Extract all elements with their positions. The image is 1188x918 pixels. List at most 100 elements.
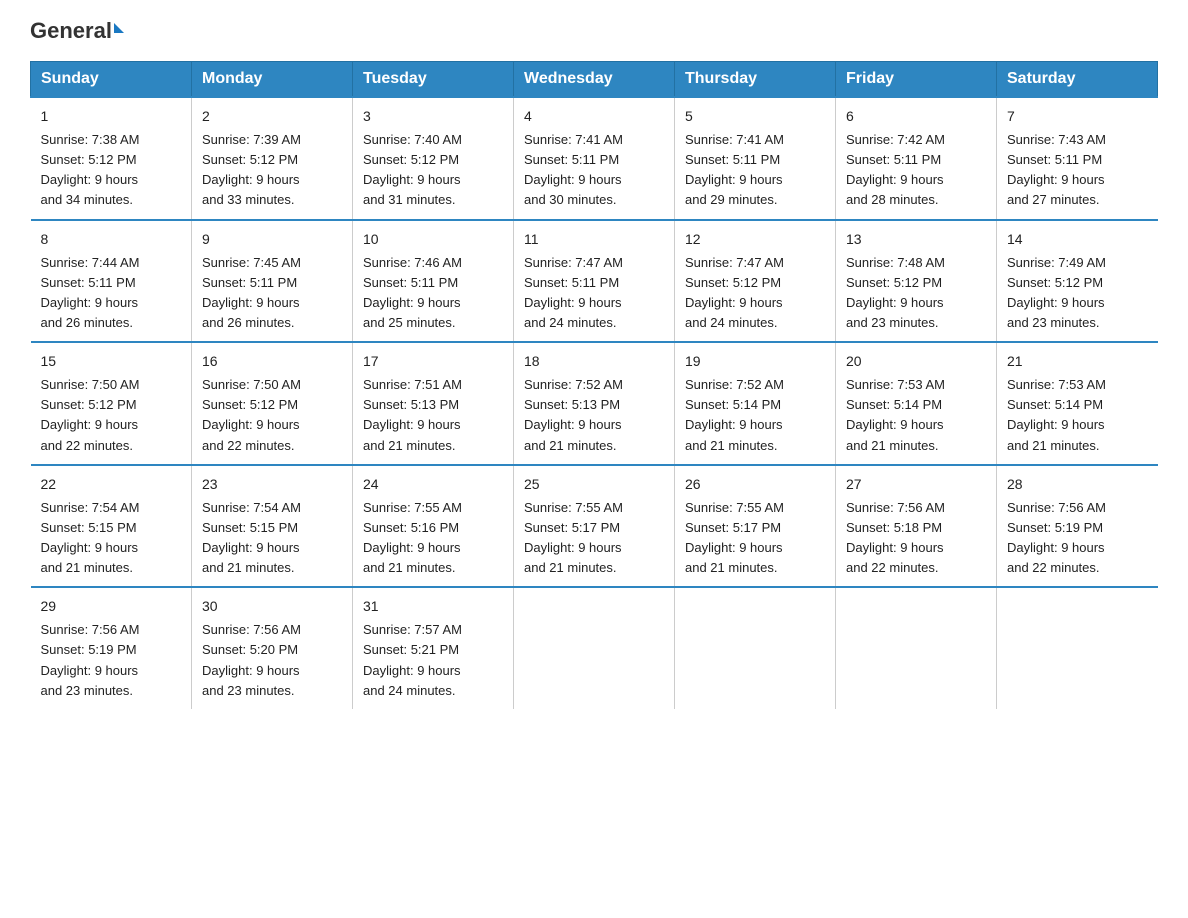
calendar-cell-w3d3: 17 Sunrise: 7:51 AMSunset: 5:13 PMDayligh… [353, 342, 514, 465]
calendar-cell-w2d1: 8 Sunrise: 7:44 AMSunset: 5:11 PMDaylight… [31, 220, 192, 343]
day-info: Sunrise: 7:51 AMSunset: 5:13 PMDaylight:… [363, 375, 503, 456]
calendar-cell-w4d6: 27Sunrise: 7:56 AMSunset: 5:18 PMDayligh… [836, 465, 997, 588]
day-info: Sunrise: 7:46 AMSunset: 5:11 PMDaylight:… [363, 253, 503, 334]
day-info: Sunrise: 7:54 AMSunset: 5:15 PMDaylight:… [202, 498, 342, 579]
day-info: Sunrise: 7:55 AMSunset: 5:16 PMDaylight:… [363, 498, 503, 579]
header-wednesday: Wednesday [514, 62, 675, 98]
calendar-cell-w4d2: 23 Sunrise: 7:54 AMSunset: 5:15 PMDayligh… [192, 465, 353, 588]
day-info: Sunrise: 7:53 AMSunset: 5:14 PMDaylight:… [846, 375, 986, 456]
day-info: Sunrise: 7:52 AMSunset: 5:14 PMDaylight:… [685, 375, 825, 456]
header-area: General [30, 20, 1158, 43]
day-number: 20 [846, 351, 986, 372]
calendar-cell-w3d4: 18 Sunrise: 7:52 AMSunset: 5:13 PMDayligh… [514, 342, 675, 465]
day-number: 8 [41, 229, 182, 250]
header-saturday: Saturday [997, 62, 1158, 98]
day-info: Sunrise: 7:42 AMSunset: 5:11 PMDaylight:… [846, 130, 986, 211]
day-info: Sunrise: 7:56 AMSunset: 5:19 PMDaylight:… [1007, 498, 1148, 579]
header-sunday: Sunday [31, 62, 192, 98]
week-row-2: 8 Sunrise: 7:44 AMSunset: 5:11 PMDaylight… [31, 220, 1158, 343]
day-info: Sunrise: 7:44 AMSunset: 5:11 PMDaylight:… [41, 253, 182, 334]
day-number: 2 [202, 106, 342, 127]
day-number: 11 [524, 229, 664, 250]
calendar-cell-w5d7 [997, 587, 1158, 709]
day-number: 13 [846, 229, 986, 250]
day-number: 29 [41, 596, 182, 617]
day-info: Sunrise: 7:40 AMSunset: 5:12 PMDaylight:… [363, 130, 503, 211]
day-number: 7 [1007, 106, 1148, 127]
day-number: 25 [524, 474, 664, 495]
day-number: 3 [363, 106, 503, 127]
logo: General [30, 20, 124, 43]
day-number: 21 [1007, 351, 1148, 372]
day-info: Sunrise: 7:48 AMSunset: 5:12 PMDaylight:… [846, 253, 986, 334]
calendar-cell-w5d4 [514, 587, 675, 709]
calendar-cell-w1d7: 7Sunrise: 7:43 AMSunset: 5:11 PMDaylight… [997, 97, 1158, 220]
day-info: Sunrise: 7:47 AMSunset: 5:11 PMDaylight:… [524, 253, 664, 334]
calendar-cell-w2d5: 12 Sunrise: 7:47 AMSunset: 5:12 PMDayligh… [675, 220, 836, 343]
header-tuesday: Tuesday [353, 62, 514, 98]
day-number: 26 [685, 474, 825, 495]
day-number: 6 [846, 106, 986, 127]
calendar-cell-w4d4: 25 Sunrise: 7:55 AMSunset: 5:17 PMDayligh… [514, 465, 675, 588]
day-info: Sunrise: 7:56 AMSunset: 5:19 PMDaylight:… [41, 620, 182, 701]
calendar-cell-w4d3: 24 Sunrise: 7:55 AMSunset: 5:16 PMDayligh… [353, 465, 514, 588]
calendar-cell-w1d2: 2 Sunrise: 7:39 AMSunset: 5:12 PMDaylight… [192, 97, 353, 220]
calendar-cell-w1d3: 3 Sunrise: 7:40 AMSunset: 5:12 PMDaylight… [353, 97, 514, 220]
day-number: 22 [41, 474, 182, 495]
calendar-cell-w1d1: 1 Sunrise: 7:38 AMSunset: 5:12 PMDaylight… [31, 97, 192, 220]
header-row: SundayMondayTuesdayWednesdayThursdayFrid… [31, 62, 1158, 98]
calendar-cell-w5d3: 31Sunrise: 7:57 AMSunset: 5:21 PMDayligh… [353, 587, 514, 709]
calendar-cell-w2d4: 11 Sunrise: 7:47 AMSunset: 5:11 PMDayligh… [514, 220, 675, 343]
week-row-4: 22 Sunrise: 7:54 AMSunset: 5:15 PMDayligh… [31, 465, 1158, 588]
calendar-table: SundayMondayTuesdayWednesdayThursdayFrid… [30, 61, 1158, 709]
day-number: 30 [202, 596, 342, 617]
day-number: 9 [202, 229, 342, 250]
day-number: 24 [363, 474, 503, 495]
calendar-cell-w3d5: 19 Sunrise: 7:52 AMSunset: 5:14 PMDayligh… [675, 342, 836, 465]
calendar-cell-w1d4: 4 Sunrise: 7:41 AMSunset: 5:11 PMDaylight… [514, 97, 675, 220]
day-number: 14 [1007, 229, 1148, 250]
day-number: 23 [202, 474, 342, 495]
day-info: Sunrise: 7:50 AMSunset: 5:12 PMDaylight:… [41, 375, 182, 456]
day-number: 27 [846, 474, 986, 495]
day-number: 28 [1007, 474, 1148, 495]
calendar-cell-w4d1: 22Sunrise: 7:54 AMSunset: 5:15 PMDayligh… [31, 465, 192, 588]
calendar-cell-w2d3: 10Sunrise: 7:46 AMSunset: 5:11 PMDayligh… [353, 220, 514, 343]
day-info: Sunrise: 7:52 AMSunset: 5:13 PMDaylight:… [524, 375, 664, 456]
calendar-cell-w4d7: 28 Sunrise: 7:56 AMSunset: 5:19 PMDayligh… [997, 465, 1158, 588]
calendar-cell-w3d6: 20 Sunrise: 7:53 AMSunset: 5:14 PMDayligh… [836, 342, 997, 465]
week-row-1: 1 Sunrise: 7:38 AMSunset: 5:12 PMDaylight… [31, 97, 1158, 220]
day-number: 17 [363, 351, 503, 372]
day-number: 12 [685, 229, 825, 250]
day-info: Sunrise: 7:55 AMSunset: 5:17 PMDaylight:… [524, 498, 664, 579]
calendar-cell-w5d2: 30 Sunrise: 7:56 AMSunset: 5:20 PMDayligh… [192, 587, 353, 709]
day-number: 16 [202, 351, 342, 372]
day-info: Sunrise: 7:45 AMSunset: 5:11 PMDaylight:… [202, 253, 342, 334]
day-number: 5 [685, 106, 825, 127]
calendar-cell-w3d1: 15 Sunrise: 7:50 AMSunset: 5:12 PMDayligh… [31, 342, 192, 465]
calendar-cell-w3d7: 21Sunrise: 7:53 AMSunset: 5:14 PMDayligh… [997, 342, 1158, 465]
logo-text-general: General [30, 18, 124, 43]
day-info: Sunrise: 7:47 AMSunset: 5:12 PMDaylight:… [685, 253, 825, 334]
day-info: Sunrise: 7:38 AMSunset: 5:12 PMDaylight:… [41, 130, 182, 211]
calendar-cell-w5d1: 29 Sunrise: 7:56 AMSunset: 5:19 PMDayligh… [31, 587, 192, 709]
day-info: Sunrise: 7:55 AMSunset: 5:17 PMDaylight:… [685, 498, 825, 579]
calendar-cell-w4d5: 26 Sunrise: 7:55 AMSunset: 5:17 PMDayligh… [675, 465, 836, 588]
calendar-cell-w2d2: 9 Sunrise: 7:45 AMSunset: 5:11 PMDaylight… [192, 220, 353, 343]
header-thursday: Thursday [675, 62, 836, 98]
day-info: Sunrise: 7:41 AMSunset: 5:11 PMDaylight:… [524, 130, 664, 211]
calendar-cell-w1d5: 5Sunrise: 7:41 AMSunset: 5:11 PMDaylight… [675, 97, 836, 220]
logo-arrow-icon [114, 23, 124, 33]
day-info: Sunrise: 7:56 AMSunset: 5:20 PMDaylight:… [202, 620, 342, 701]
calendar-cell-w5d5 [675, 587, 836, 709]
day-number: 19 [685, 351, 825, 372]
calendar-cell-w5d6 [836, 587, 997, 709]
day-number: 31 [363, 596, 503, 617]
day-number: 15 [41, 351, 182, 372]
day-number: 18 [524, 351, 664, 372]
day-number: 4 [524, 106, 664, 127]
calendar-cell-w2d6: 13 Sunrise: 7:48 AMSunset: 5:12 PMDayligh… [836, 220, 997, 343]
day-info: Sunrise: 7:39 AMSunset: 5:12 PMDaylight:… [202, 130, 342, 211]
header-friday: Friday [836, 62, 997, 98]
day-number: 1 [41, 106, 182, 127]
